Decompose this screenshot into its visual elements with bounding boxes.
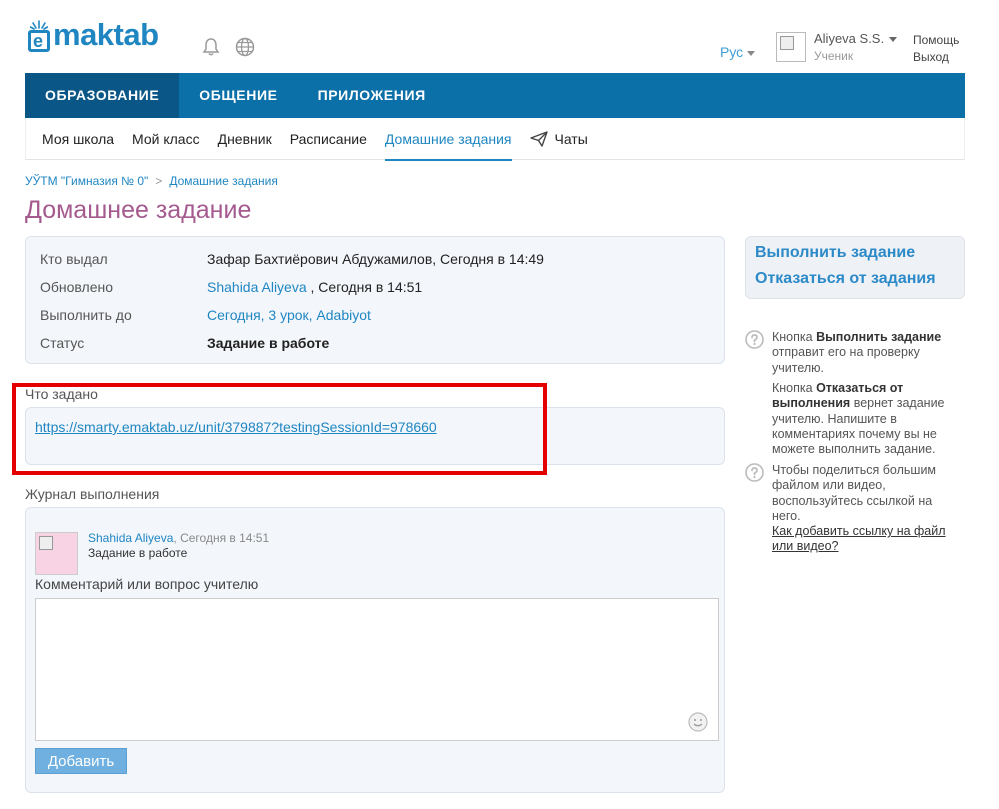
journal-entry-status: Задание в работе (88, 546, 188, 560)
updated-label: Обновлено (40, 279, 114, 295)
logo-text: maktab (53, 17, 159, 52)
sub-nav: Моя школа Мой класс Дневник Расписание Д… (25, 118, 965, 161)
nav-education[interactable]: ОБРАЗОВАНИЕ (25, 73, 180, 118)
logout-link[interactable]: Выход (913, 50, 949, 64)
main-nav: ОБРАЗОВАНИЕ ОБЩЕНИЕ ПРИЛОЖЕНИЯ (25, 73, 965, 118)
comment-input[interactable] (35, 598, 719, 741)
subnav-homework[interactable]: Домашние задания (376, 118, 521, 161)
question-icon (745, 463, 764, 482)
help-decline-text: Кнопка Отказаться от выполнения вернет з… (772, 381, 945, 457)
breadcrumb-school[interactable]: УЎТМ "Гимназия № 0" (25, 174, 148, 188)
status-badge: Задание в работе (207, 335, 330, 351)
language-selector[interactable]: Рус (720, 44, 756, 60)
issued-by-label: Кто выдал (40, 251, 108, 267)
due-link[interactable]: Сегодня, 3 урок, Adabiyot (207, 307, 371, 323)
homework-info-panel: Кто выдал Зафар Бахтиёрович Абдужамилов,… (25, 236, 725, 364)
help-complete-text: Кнопка Выполнить задание отправит его на… (772, 330, 942, 375)
user-menu[interactable]: Aliyeva S.S. (814, 31, 898, 46)
journal-label: Журнал выполнения (25, 486, 160, 502)
updated-user-link[interactable]: Shahida Aliyeva (207, 279, 307, 295)
journal-entry-author: Shahida Aliyeva, Сегодня в 14:51 (88, 531, 269, 545)
smile-icon[interactable] (688, 712, 708, 732)
comment-label: Комментарий или вопрос учителю (35, 576, 259, 592)
user-role: Ученик (814, 49, 854, 63)
subnav-my-school[interactable]: Моя школа (33, 118, 123, 160)
updated-time: , Сегодня в 14:51 (306, 279, 423, 295)
nav-applications[interactable]: ПРИЛОЖЕНИЯ (298, 73, 446, 118)
chevron-down-icon (747, 50, 756, 56)
highlight-annotation-box (12, 383, 547, 475)
subnav-diary[interactable]: Дневник (209, 118, 281, 160)
nav-communication[interactable]: ОБЩЕНИЕ (179, 73, 297, 118)
question-icon (745, 330, 764, 349)
decline-task-button[interactable]: Отказаться от задания (755, 270, 936, 288)
add-comment-button[interactable]: Добавить (35, 748, 127, 774)
journal-avatar (35, 532, 78, 575)
issued-by-value: Зафар Бахтиёрович Абдужамилов, Сегодня в… (207, 251, 544, 267)
breadcrumb-separator: > (155, 174, 163, 188)
due-value: Сегодня, 3 урок, Adabiyot (207, 307, 371, 323)
bell-icon[interactable] (201, 37, 221, 57)
paper-plane-icon (529, 131, 548, 147)
globe-icon[interactable] (235, 37, 255, 57)
journal-entry-time: , Сегодня в 14:51 (173, 531, 270, 545)
page-title: Домашнее задание (25, 196, 252, 224)
chevron-down-icon (889, 37, 898, 43)
breadcrumb-current[interactable]: Домашние задания (169, 174, 278, 188)
due-label: Выполнить до (40, 307, 132, 323)
logo-book-icon: e (28, 20, 50, 52)
complete-task-button[interactable]: Выполнить задание (755, 244, 915, 262)
subnav-chats[interactable]: Чаты (521, 118, 597, 160)
action-panel: Выполнить задание Отказаться от задания (745, 236, 965, 299)
help-share-text: Чтобы поделиться большим файлом или виде… (772, 463, 946, 554)
emaktab-logo[interactable]: e maktab (28, 17, 159, 52)
user-avatar[interactable] (776, 32, 806, 62)
breadcrumb: УЎТМ "Гимназия № 0" > Домашние задания (25, 174, 278, 188)
journal-panel: Shahida Aliyeva, Сегодня в 14:51 Задание… (25, 507, 725, 793)
add-file-link-help[interactable]: Как добавить ссылку на файл или видео? (772, 524, 946, 553)
subnav-chats-label: Чаты (554, 131, 588, 147)
status-label: Статус (40, 335, 85, 351)
updated-value: Shahida Aliyeva , Сегодня в 14:51 (207, 279, 422, 295)
status-value: Задание в работе (207, 335, 329, 351)
subnav-my-class[interactable]: Мой класс (123, 118, 209, 160)
help-link[interactable]: Помощь (913, 33, 959, 47)
subnav-schedule[interactable]: Расписание (281, 118, 376, 160)
journal-author-link[interactable]: Shahida Aliyeva (88, 531, 173, 545)
